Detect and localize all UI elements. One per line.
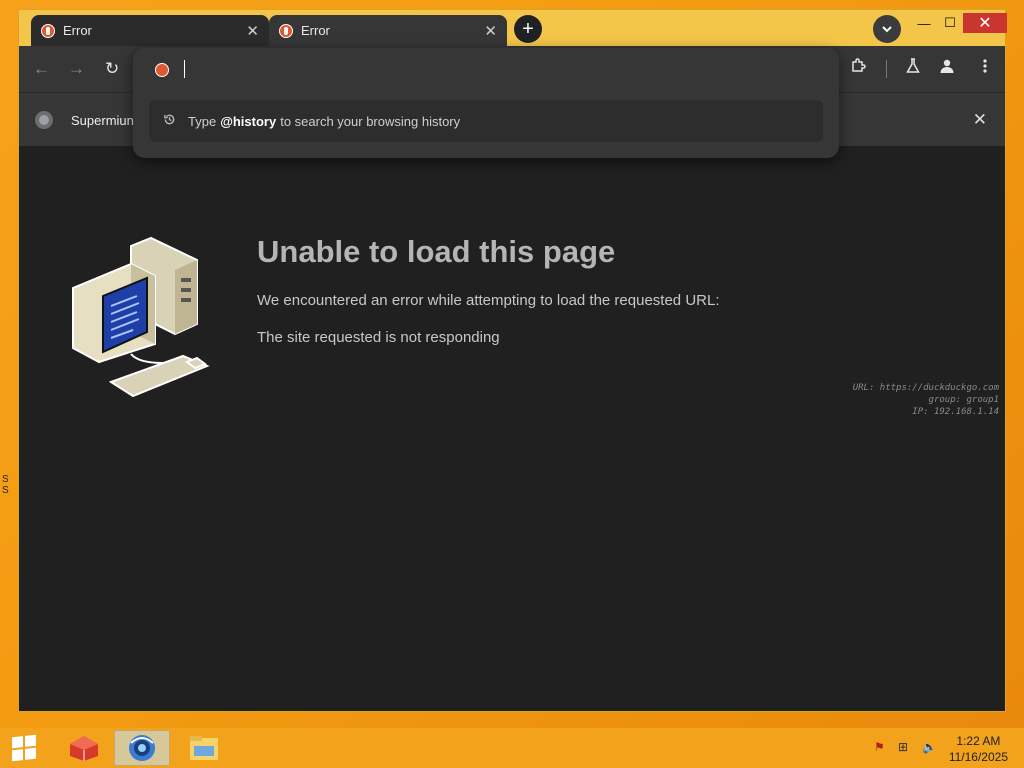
close-window-button[interactable]: ✕	[963, 13, 1007, 33]
duckduckgo-favicon-icon	[279, 23, 293, 38]
tab-error-1[interactable]: Error ✕	[31, 15, 269, 46]
start-button[interactable]	[0, 730, 48, 766]
browser-window: Error ✕ Error ✕ + — ☐ ✕ ← → ↻ Supermiun …	[18, 9, 1007, 712]
flag-warning-icon[interactable]: ⚑	[874, 740, 885, 754]
reload-button[interactable]: ↻	[105, 59, 119, 79]
menu-kebab-icon[interactable]	[977, 58, 993, 79]
meta-ip: IP: 192.168.1.14	[912, 407, 999, 417]
error-page: Unable to load this page We encountered …	[19, 146, 1005, 711]
extensions-icon[interactable]	[850, 58, 866, 79]
bookmarks-bar-close-icon[interactable]: ✕	[973, 110, 987, 130]
history-search-suggestion[interactable]: Type @history to search your browsing hi…	[149, 100, 823, 142]
clock-date: 11/16/2025	[948, 750, 1008, 764]
tab-title: Error	[301, 23, 330, 38]
error-title: Unable to load this page	[257, 234, 616, 269]
duckduckgo-favicon-icon	[41, 23, 55, 38]
profile-icon[interactable]	[939, 58, 955, 79]
taskbar-file-explorer[interactable]	[176, 730, 232, 766]
meta-group: group: group1	[928, 395, 999, 405]
title-bar: Error ✕ Error ✕ + — ☐ ✕	[19, 10, 1007, 46]
taskbar: ⚑ ⊞ 🔈 1:22 AM 11/16/2025	[0, 728, 1024, 768]
tab-close-icon[interactable]: ✕	[246, 22, 259, 40]
error-message: We encountered an error while attempting…	[257, 292, 720, 309]
tab-title: Error	[63, 23, 92, 38]
tab-search-button[interactable]	[873, 15, 901, 43]
volume-muted-icon[interactable]: 🔈	[922, 740, 937, 754]
duckduckgo-favicon-icon	[155, 63, 169, 77]
folder-icon	[190, 736, 218, 760]
new-tab-button[interactable]: +	[514, 15, 542, 43]
taskbar-app-1[interactable]	[56, 730, 112, 766]
toolbar-divider	[886, 60, 887, 78]
maximize-button[interactable]: ☐	[938, 13, 962, 33]
browser-globe-icon	[129, 735, 155, 761]
chromium-logo-icon	[35, 111, 53, 129]
history-icon	[163, 113, 176, 129]
meta-url: URL: https://duckduckgo.com	[852, 383, 999, 393]
minimize-button[interactable]: —	[912, 13, 936, 33]
network-warning-icon[interactable]: ⊞	[898, 740, 908, 754]
chevron-down-icon	[882, 25, 892, 32]
error-metadata: URL: https://duckduckgo.com group: group…	[853, 382, 999, 418]
clock-time: 1:22 AM	[956, 734, 1001, 748]
pixel-computer-icon	[72, 236, 210, 398]
bookmark-item-supermium[interactable]: Supermiun	[71, 113, 134, 128]
error-detail: The site requested is not responding	[257, 329, 500, 346]
address-input[interactable]	[184, 60, 185, 78]
taskbar-browser-app[interactable]	[114, 730, 170, 766]
tab-close-icon[interactable]: ✕	[484, 22, 497, 40]
back-button[interactable]: ←	[33, 59, 50, 79]
windows-logo-icon	[12, 734, 36, 762]
app-red-box-icon	[70, 736, 98, 761]
hint-suffix: to search your browsing history	[280, 113, 461, 129]
labs-flask-icon[interactable]	[905, 58, 921, 79]
system-clock[interactable]: 1:22 AM 11/16/2025	[949, 733, 1008, 765]
hint-keyword: @history	[220, 113, 277, 129]
omnibox-dropdown: Type @history to search your browsing hi…	[133, 48, 839, 158]
desktop-icon-fragment: SS	[2, 474, 9, 496]
forward-button[interactable]: →	[68, 59, 85, 79]
tab-error-2[interactable]: Error ✕	[269, 15, 507, 46]
hint-prefix: Type	[188, 113, 217, 129]
